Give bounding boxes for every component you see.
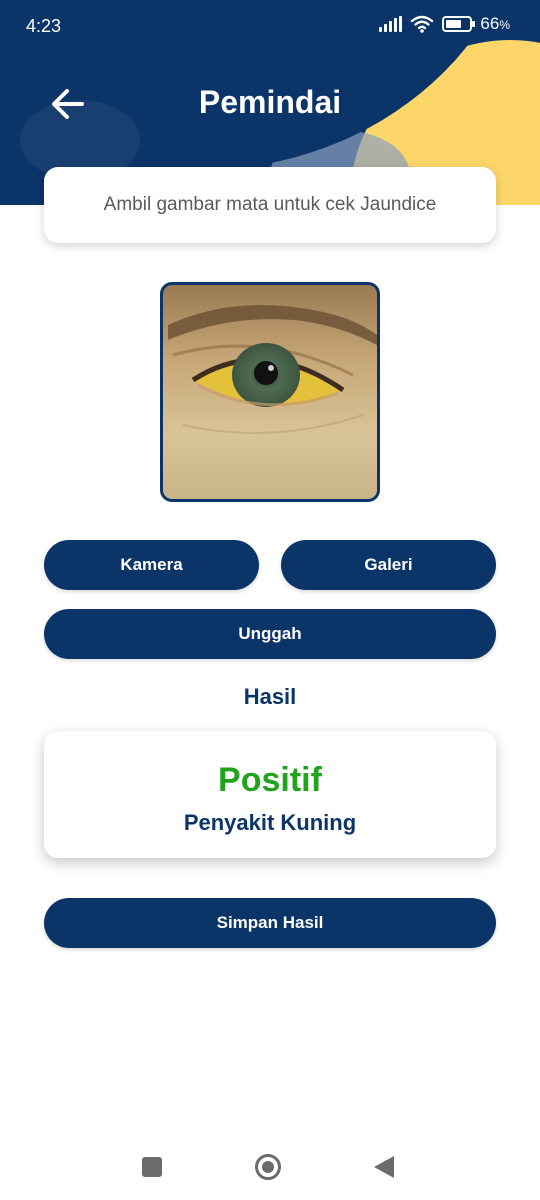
status-icons: 66% [379, 14, 510, 34]
wifi-icon [411, 15, 434, 33]
circle-icon[interactable] [255, 1154, 281, 1180]
scanner-screen: 4:23 66% Pemindai Ambil gambar mata untu… [0, 0, 540, 1200]
eye-image-preview [160, 282, 380, 502]
instruction-text: Ambil gambar mata untuk cek Jaundice [103, 194, 437, 215]
signal-icon [379, 16, 403, 32]
battery-icon [442, 16, 476, 32]
triangle-back-icon[interactable] [374, 1156, 394, 1178]
result-card: Positif Penyakit Kuning [44, 731, 496, 858]
status-bar: 4:23 66% [0, 0, 540, 52]
upload-button[interactable]: Unggah [44, 609, 496, 659]
gallery-button[interactable]: Galeri [281, 540, 496, 590]
result-heading: Hasil [243, 684, 297, 709]
status-time: 4:23 [26, 16, 62, 36]
save-result-button[interactable]: Simpan Hasil [44, 898, 496, 948]
instruction-card: Ambil gambar mata untuk cek Jaundice [44, 167, 496, 243]
page-title: Pemindai [198, 84, 342, 120]
result-status: Positif [218, 761, 322, 799]
eye-photo [163, 285, 377, 499]
battery-percent: 66% [480, 14, 510, 33]
system-nav-bar [0, 1140, 540, 1200]
battery-fill [446, 20, 462, 28]
camera-button[interactable]: Kamera [44, 540, 259, 590]
square-icon[interactable] [142, 1157, 162, 1177]
result-diagnosis: Penyakit Kuning [183, 810, 357, 835]
